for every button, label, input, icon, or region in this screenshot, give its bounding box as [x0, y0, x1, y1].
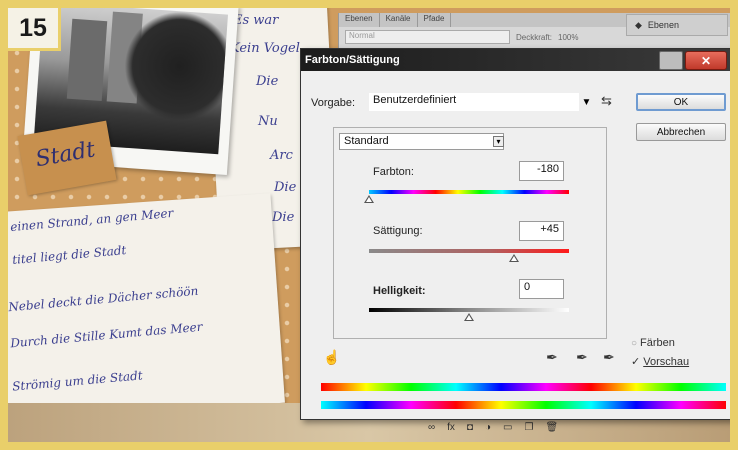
eyedropper-icon[interactable]: ✒	[546, 349, 558, 366]
hue-input[interactable]: -180	[519, 161, 564, 181]
input-color-bar	[321, 383, 726, 391]
colorize-checkbox[interactable]: ○ Färben	[631, 337, 675, 349]
preview-check-icon: ✓	[631, 356, 641, 368]
preview-label: Vorschau	[643, 355, 690, 368]
saturation-value: +45	[540, 223, 559, 235]
handwriting-right-5: Arc	[270, 148, 293, 163]
eyedropper-minus-icon[interactable]: ✒	[603, 349, 615, 366]
delete-layer-icon[interactable]: 🗑	[545, 422, 558, 433]
tab-layers[interactable]: Ebenen	[339, 13, 380, 27]
output-color-bar	[321, 401, 726, 409]
layers-panel-icon: ◆	[635, 19, 642, 30]
adjustment-layer-icon[interactable]: ◑	[485, 422, 491, 433]
hue-saturation-dialog: Farbton/Sättigung ✕ Vorgabe: Benutzerdef…	[300, 48, 730, 420]
cancel-button[interactable]: Abbrechen	[636, 123, 726, 141]
hue-slider-thumb[interactable]	[364, 195, 374, 203]
dialog-title: Farbton/Sättigung	[305, 54, 400, 66]
tab-paths[interactable]: Pfade	[418, 13, 452, 27]
hand-adjust-icon[interactable]: ☝	[323, 349, 340, 366]
saturation-label: Sättigung:	[373, 225, 423, 237]
new-group-icon[interactable]: ▭	[503, 422, 512, 433]
channel-dropdown-arrow[interactable]: ▾	[493, 136, 504, 147]
handwriting-right-1: Es war	[233, 13, 279, 28]
opacity-value[interactable]: 100%	[558, 33, 578, 42]
hue-slider-track[interactable]	[369, 190, 569, 194]
tab-channels[interactable]: Kanäle	[380, 13, 418, 27]
opacity-label: Deckkraft:	[516, 32, 553, 42]
step-number: 15	[19, 13, 47, 42]
minimize-button[interactable]	[659, 51, 683, 70]
ok-label: OK	[673, 96, 689, 108]
layers-panel-button-label: Ebenen	[647, 20, 679, 30]
preset-dropdown-arrow[interactable]: ▼	[581, 97, 592, 108]
colorize-label: Färben	[640, 337, 675, 349]
channel-select[interactable]: Standard	[339, 133, 504, 150]
lightness-label-text: Helligkeit:	[373, 285, 426, 297]
handwriting-right-6: Die	[274, 180, 297, 195]
channel-value: Standard	[344, 135, 389, 147]
close-icon: ✕	[700, 53, 712, 68]
layers-bottom-toolbar: ∞ fx ◘ ◑ ▭ ❐ 🗑	[428, 419, 628, 435]
preset-label: Vorgabe:	[311, 97, 356, 109]
ok-button[interactable]: OK	[636, 93, 726, 111]
blend-mode-select[interactable]: Normal	[345, 30, 510, 44]
preset-value: Benutzerdefiniert	[373, 94, 457, 106]
step-number-badge: 15	[8, 8, 61, 51]
handwriting-right-2: Kein Vogel	[230, 41, 300, 56]
cancel-label: Abbrechen	[656, 126, 706, 138]
hue-label: Farbton:	[373, 166, 414, 178]
saturation-input[interactable]: +45	[519, 221, 564, 241]
eyedropper-plus-icon[interactable]: ✒	[576, 349, 588, 366]
mask-icon[interactable]: ◘	[467, 422, 473, 433]
link-layers-icon[interactable]: ∞	[428, 422, 435, 433]
lightness-slider-thumb[interactable]	[464, 313, 474, 321]
handwriting-right-4: Nu	[258, 114, 278, 129]
dialog-titlebar[interactable]: Farbton/Sättigung ✕	[301, 49, 730, 71]
lightness-value: 0	[524, 281, 531, 293]
image-frame: Es war Kein Vogel Die Nu Arc Die Die ein…	[0, 0, 738, 450]
layer-style-icon[interactable]: fx	[447, 422, 455, 433]
layers-panel-button[interactable]: ◆ Ebenen	[626, 14, 728, 36]
lightness-input[interactable]: 0	[519, 279, 564, 299]
saturation-slider-track[interactable]	[369, 249, 569, 253]
tag-handwriting: Stadt	[33, 137, 98, 173]
hue-value: -180	[536, 163, 559, 175]
preset-options-icon[interactable]: ⇆	[601, 93, 612, 109]
new-layer-icon[interactable]: ❐	[524, 422, 533, 433]
photo-building	[66, 18, 108, 102]
preset-select[interactable]: Benutzerdefiniert	[369, 93, 579, 111]
preview-checkbox[interactable]: ✓ Vorschau	[631, 355, 690, 369]
handwriting-right-7: Die	[272, 210, 295, 225]
close-button[interactable]: ✕	[685, 51, 727, 70]
saturation-slider-thumb[interactable]	[509, 254, 519, 262]
lightness-label: Helligkeit:	[373, 285, 426, 297]
lightness-slider-track[interactable]	[369, 308, 569, 312]
handwriting-right-3: Die	[256, 74, 279, 89]
colorize-check-icon: ○	[631, 337, 638, 349]
photoshop-canvas: Es war Kein Vogel Die Nu Arc Die Die ein…	[8, 8, 730, 442]
